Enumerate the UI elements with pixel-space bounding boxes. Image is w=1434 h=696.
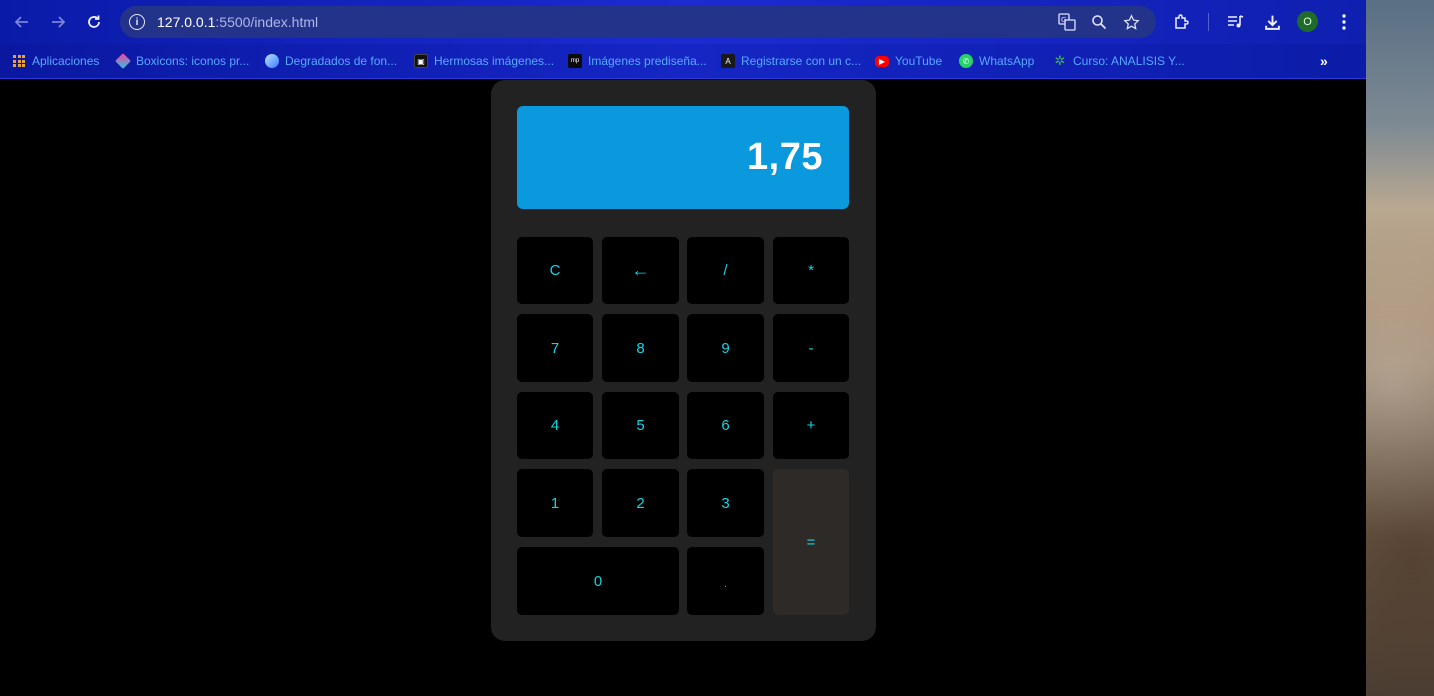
back-button[interactable] bbox=[10, 10, 34, 34]
bookmark-label: Degradados de fon... bbox=[285, 54, 398, 68]
plus-button[interactable]: + bbox=[773, 392, 849, 459]
key-4[interactable]: 4 bbox=[517, 392, 593, 459]
key-0[interactable]: 0 bbox=[517, 547, 679, 615]
gradient-icon bbox=[265, 54, 279, 68]
bookmark-degradados[interactable]: Degradados de fon... bbox=[265, 51, 397, 71]
key-9[interactable]: 9 bbox=[687, 314, 764, 382]
key-3[interactable]: 3 bbox=[687, 469, 764, 537]
images-icon: ▣ bbox=[414, 54, 428, 68]
key-5[interactable]: 5 bbox=[602, 392, 679, 459]
key-2[interactable]: 2 bbox=[602, 469, 679, 537]
bookmark-hermosas-imagenes[interactable]: ▣ Hermosas imágenes... bbox=[414, 51, 554, 71]
star-icon[interactable] bbox=[1122, 13, 1140, 31]
bookmark-label: Aplicaciones bbox=[32, 54, 100, 68]
bookmark-youtube[interactable]: ▶ YouTube bbox=[875, 51, 942, 71]
url-host: 127.0.0.1 bbox=[157, 14, 216, 30]
svg-text:G: G bbox=[1061, 16, 1066, 24]
sena-icon: ✲ bbox=[1054, 53, 1066, 68]
download-icon[interactable] bbox=[1261, 11, 1283, 33]
decimal-button[interactable]: . bbox=[687, 547, 764, 615]
bookmark-label: Hermosas imágenes... bbox=[434, 54, 555, 68]
key-8[interactable]: 8 bbox=[602, 314, 679, 382]
boxicons-icon bbox=[115, 53, 131, 69]
calculator-display: 1,75 bbox=[517, 106, 849, 209]
zoom-icon[interactable] bbox=[1090, 13, 1108, 31]
arrow-right-icon bbox=[52, 16, 66, 28]
equals-button[interactable]: = bbox=[773, 469, 849, 615]
address-bar[interactable]: i 127.0.0.1:5500/index.html G bbox=[120, 6, 1156, 38]
minus-button[interactable]: - bbox=[773, 314, 849, 382]
bookmark-imagenes-predisenadas[interactable]: mp Imágenes prediseña... bbox=[568, 51, 707, 71]
puzzle-icon[interactable] bbox=[1171, 11, 1193, 33]
toolbar-divider bbox=[1208, 13, 1209, 31]
bookmark-registrarse[interactable]: A Registrarse con un c... bbox=[721, 51, 861, 71]
clear-button[interactable]: C bbox=[517, 237, 593, 304]
bookmark-label: Boxicons: iconos pr... bbox=[136, 54, 250, 68]
url-text[interactable]: 127.0.0.1:5500/index.html bbox=[157, 14, 318, 30]
bookmark-boxicons[interactable]: Boxicons: iconos pr... bbox=[115, 51, 250, 71]
bookmark-aplicaciones[interactable]: Aplicaciones bbox=[12, 51, 99, 71]
calculator: 1,75 C ← / * 7 8 9 - 4 5 6 + 1 2 3 = 0 . bbox=[491, 80, 876, 641]
browser-toolbar: i 127.0.0.1:5500/index.html G O bbox=[0, 0, 1366, 44]
youtube-icon: ▶ bbox=[875, 55, 889, 67]
key-7[interactable]: 7 bbox=[517, 314, 593, 382]
bookmark-curso-analisis[interactable]: ✲ Curso: ANALISIS Y... bbox=[1053, 51, 1185, 71]
key-6[interactable]: 6 bbox=[687, 392, 764, 459]
info-icon[interactable]: i bbox=[129, 14, 145, 30]
browser-window: i 127.0.0.1:5500/index.html G O Aplicaci… bbox=[0, 0, 1366, 696]
key-1[interactable]: 1 bbox=[517, 469, 593, 537]
kebab-menu-icon[interactable] bbox=[1333, 11, 1355, 33]
arrow-left-icon bbox=[14, 16, 28, 28]
whatsapp-icon: ✆ bbox=[959, 54, 973, 68]
profile-avatar[interactable]: O bbox=[1297, 11, 1318, 32]
backspace-button[interactable]: ← bbox=[602, 237, 679, 304]
media-control-icon[interactable] bbox=[1225, 11, 1247, 33]
bookmark-label: Registrarse con un c... bbox=[741, 54, 862, 68]
translate-icon[interactable]: G bbox=[1058, 13, 1076, 31]
display-value: 1,75 bbox=[747, 136, 823, 178]
apps-grid-icon bbox=[12, 54, 26, 68]
divide-button[interactable]: / bbox=[687, 237, 764, 304]
bookmark-label: WhatsApp bbox=[979, 54, 1035, 68]
bookmark-label: Curso: ANALISIS Y... bbox=[1073, 54, 1185, 68]
bookmark-label: Imágenes prediseña... bbox=[588, 54, 707, 68]
reload-icon bbox=[88, 15, 100, 28]
desktop-wallpaper bbox=[1366, 0, 1434, 696]
angular-icon: A bbox=[721, 54, 735, 68]
bookmark-label: YouTube bbox=[895, 54, 943, 68]
forward-button[interactable] bbox=[46, 10, 70, 34]
bookmark-whatsapp[interactable]: ✆ WhatsApp bbox=[959, 51, 1034, 71]
reload-button[interactable] bbox=[82, 10, 106, 34]
clipart-icon: mp bbox=[568, 54, 582, 68]
multiply-button[interactable]: * bbox=[773, 237, 849, 304]
bookmarks-bar: Aplicaciones Boxicons: iconos pr... Degr… bbox=[0, 44, 1366, 79]
url-path: :5500/index.html bbox=[215, 14, 319, 30]
more-bookmarks-icon[interactable]: » bbox=[1320, 53, 1328, 69]
